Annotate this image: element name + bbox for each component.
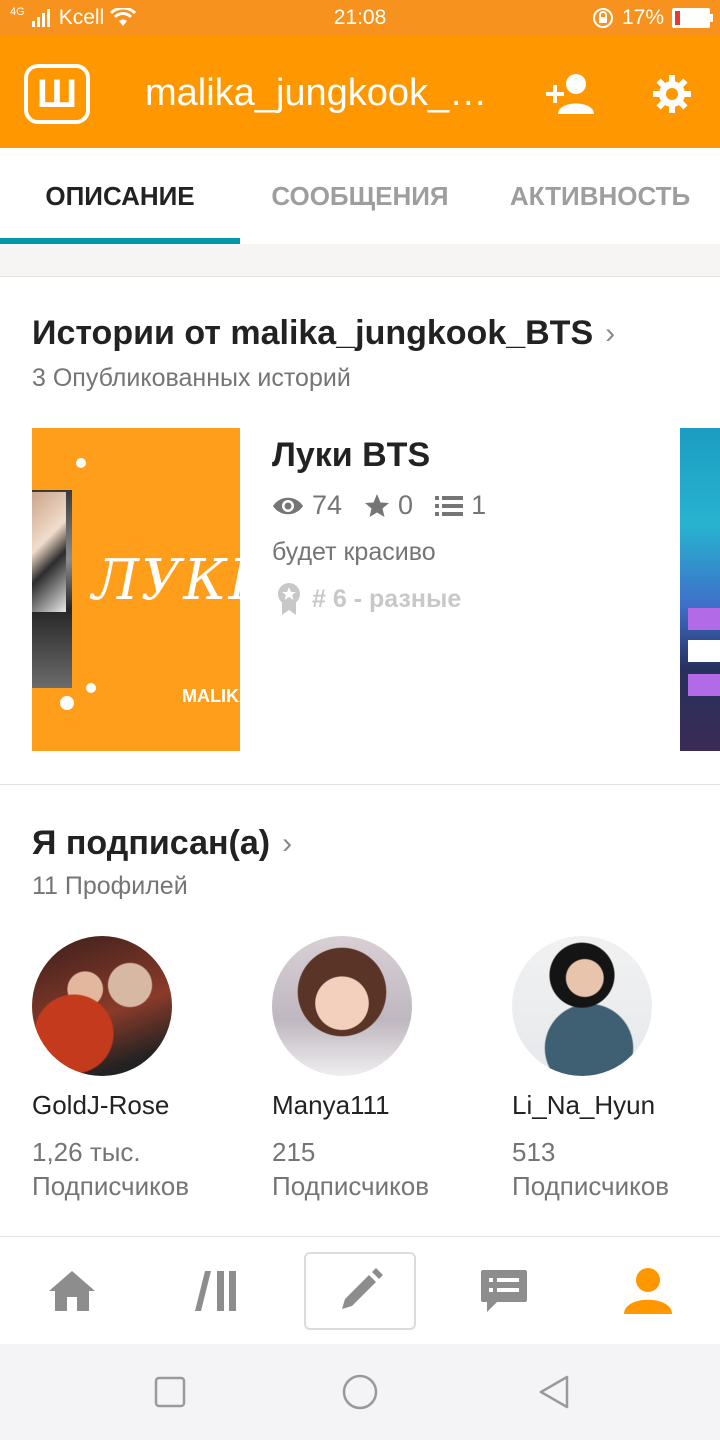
system-navigation: [0, 1344, 720, 1440]
profile-followers: 513 Подписчиков: [512, 1135, 712, 1203]
follow-button[interactable]: [542, 66, 602, 122]
profile-name: Li_Na_Hyun: [512, 1090, 656, 1120]
square-icon: [154, 1376, 186, 1408]
cover-decoration: [688, 674, 720, 696]
cover-decoration: [688, 640, 720, 662]
story-rank: # 6 - разные: [276, 582, 461, 616]
tab-messages[interactable]: СООБЩЕНИЯ: [240, 148, 480, 244]
follower-count: 1,26 тыс.: [32, 1137, 141, 1167]
home-icon: [49, 1271, 95, 1311]
story-title[interactable]: Луки BTS: [272, 436, 430, 475]
cover-decoration: [60, 696, 74, 710]
circle-icon: [342, 1374, 378, 1410]
chevron-right-icon: ›: [282, 826, 293, 860]
follower-label: Подписчиков: [512, 1171, 670, 1201]
following-title: Я подписан(а): [32, 824, 271, 862]
section-divider: [0, 784, 720, 785]
profile-tabs: ОПИСАНИЕ СООБЩЕНИЯ АКТИВНОСТЬ: [0, 148, 720, 244]
cover-photo-face: [32, 492, 66, 612]
next-story-cover[interactable]: [680, 428, 720, 751]
following-header[interactable]: Я подписан(а) ›: [32, 824, 292, 863]
story-rank-text: # 6 - разные: [312, 584, 462, 613]
eye-icon: [273, 497, 303, 514]
profile-name: GoldJ-Rose: [32, 1090, 170, 1120]
following-count: 11 Профилей: [32, 872, 188, 900]
follower-count: 215: [272, 1137, 316, 1167]
battery-percent: 17%: [621, 6, 664, 29]
chevron-right-icon: ›: [605, 316, 616, 350]
story-cover[interactable]: ЛУКИ MALIKA: [32, 428, 240, 751]
messages-icon: [481, 1270, 527, 1312]
settings-button[interactable]: [642, 66, 702, 122]
pencil-icon: [342, 1268, 383, 1309]
cover-signature: MALIKA: [182, 686, 240, 706]
followed-profile[interactable]: GoldJ-Rose 1,26 тыс. Подписчиков: [32, 936, 232, 1203]
follower-label: Подписчиков: [272, 1171, 430, 1201]
nav-home[interactable]: [0, 1237, 144, 1345]
bottom-navigation: [0, 1236, 720, 1345]
recents-button[interactable]: [148, 1370, 192, 1414]
stories-count: 3 Опубликованных историй: [32, 364, 351, 392]
profile-icon: [624, 1268, 672, 1314]
cover-decoration: [76, 458, 86, 468]
profile-name: Manya111: [272, 1090, 390, 1120]
wattpad-logo[interactable]: Ш: [24, 64, 90, 124]
story-parts: 1: [471, 490, 487, 520]
home-button[interactable]: [338, 1370, 382, 1414]
avatar: [512, 936, 652, 1076]
battery-icon: [672, 8, 713, 28]
rotation-lock-icon: [592, 8, 613, 28]
list-icon: [435, 495, 464, 516]
star-icon: [365, 493, 390, 517]
cover-title-text: ЛУКИ: [92, 548, 240, 613]
library-icon: [195, 1271, 236, 1311]
story-stats: 74 0 1: [272, 490, 486, 521]
nav-write[interactable]: [288, 1237, 432, 1345]
tab-description[interactable]: ОПИСАНИЕ: [0, 148, 240, 244]
write-button-frame: [304, 1252, 416, 1330]
story-views: 74: [312, 490, 343, 520]
followed-profile[interactable]: Li_Na_Hyun 513 Подписчиков: [512, 936, 712, 1203]
avatar: [32, 936, 172, 1076]
followed-profile[interactable]: Manya111 215 Подписчиков: [272, 936, 472, 1203]
stories-title: Истории от malika_jungkook_BTS: [32, 314, 594, 352]
profile-followers: 215 Подписчиков: [272, 1135, 472, 1203]
avatar: [272, 936, 412, 1076]
nav-messages[interactable]: [432, 1237, 576, 1345]
follower-count: 513: [512, 1137, 556, 1167]
follower-label: Подписчиков: [32, 1171, 190, 1201]
section-gap: [0, 244, 720, 277]
status-bar: 4G Kcell 21:08 17%: [0, 0, 720, 36]
stories-header[interactable]: Истории от malika_jungkook_BTS ›: [32, 314, 615, 353]
back-button[interactable]: [532, 1370, 576, 1414]
award-icon: [278, 583, 300, 615]
add-user-icon: [546, 74, 594, 114]
profile-username: malika_jungkook_BTS: [145, 72, 505, 114]
gear-icon: [653, 75, 691, 113]
cover-decoration: [86, 683, 96, 693]
story-votes: 0: [398, 490, 414, 520]
story-description: будет красиво: [272, 538, 436, 566]
tab-activity[interactable]: АКТИВНОСТЬ: [480, 148, 720, 244]
cover-decoration: [688, 608, 720, 630]
triangle-back-icon: [539, 1375, 569, 1409]
app-bar: Ш malika_jungkook_BTS: [0, 36, 720, 148]
nav-profile[interactable]: [576, 1237, 720, 1345]
profile-followers: 1,26 тыс. Подписчиков: [32, 1135, 232, 1203]
nav-library[interactable]: [144, 1237, 288, 1345]
